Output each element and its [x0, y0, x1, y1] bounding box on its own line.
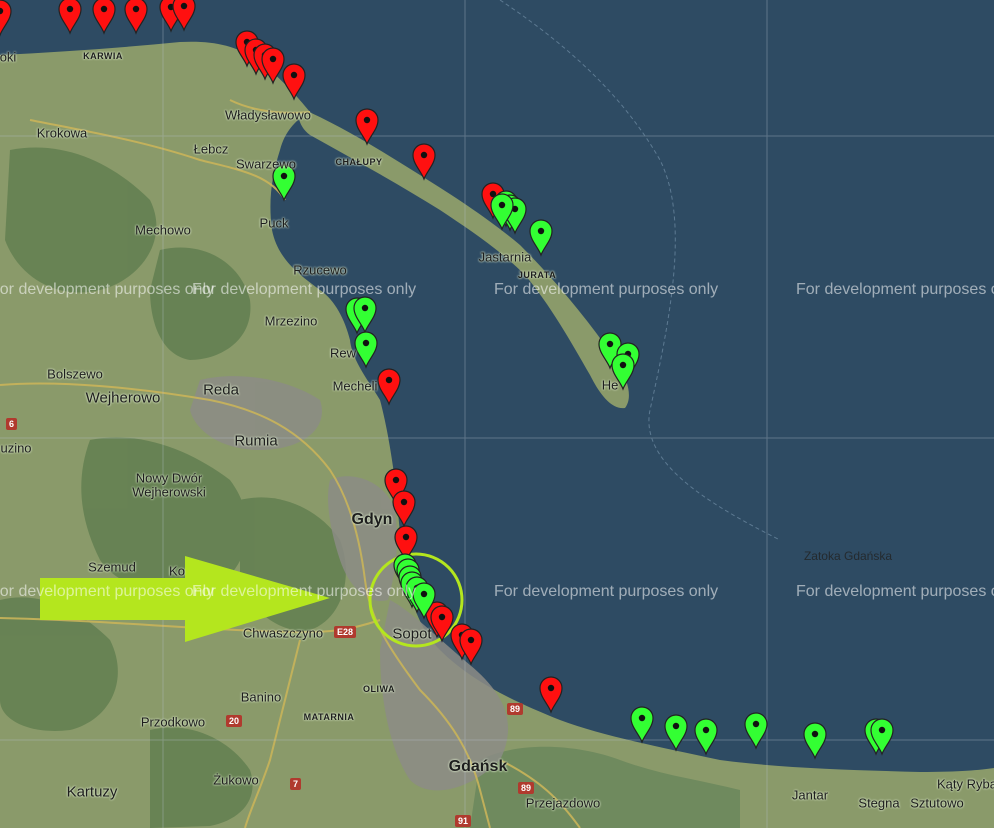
place-label-bolszewo: Bolszewo [47, 366, 103, 382]
place-label-kartuzy: Kartuzy [66, 783, 118, 801]
watermark: For development purposes only [0, 281, 215, 298]
place-label-wejherowo: Wejherowo [85, 389, 161, 407]
road-shield-91: 91 [455, 815, 472, 827]
place-label-chwaszczyno: Chwaszczyno [242, 625, 324, 641]
watermark: For development purposes only [0, 583, 215, 600]
place-label-szemud: Szemud [88, 559, 136, 575]
place-label-hel: He [601, 377, 619, 393]
place-label-przodkowo: Przodkowo [140, 714, 206, 730]
watermark: For development purposes only [192, 281, 417, 298]
place-label-sztutowo: Sztutowo [910, 795, 964, 811]
watermark: For development purposes only [494, 281, 719, 298]
map-canvas[interactable] [0, 0, 994, 828]
place-label-reda: Reda [203, 381, 239, 399]
watermark: For development purposes only [192, 583, 417, 600]
place-label-przejazdowo: Przejazdowo [525, 795, 601, 811]
place-label-sopot: Sopot [392, 625, 432, 643]
road-shield-89b: 89 [518, 782, 535, 794]
road-shield-89: 89 [507, 703, 524, 715]
sea-label-zatoka-gdanska: Zatoka Gdańska [803, 549, 893, 563]
place-label-wladyslawowo: Władysławowo [225, 107, 311, 123]
road-shield-7: 7 [290, 778, 302, 790]
place-label-krokowa: Krokowa [36, 125, 88, 141]
place-label-matarnia: MATARNIA [303, 712, 355, 722]
road-shield-6: 6 [6, 418, 18, 430]
place-label-oliwa: OLIWA [363, 684, 395, 694]
place-label-wejherowski: Wejherowski [132, 484, 206, 500]
place-label-puck: Puck [259, 215, 289, 231]
place-label-jurata: JURATA [517, 270, 557, 280]
place-label-stegna: Stegna [858, 795, 900, 811]
place-label-nowy-dwor: Nowy Dwór [135, 470, 203, 486]
place-label-luzino: uzino [0, 440, 32, 456]
watermark: For development purposes only [796, 583, 994, 600]
place-label-gdansk: Gdańsk [448, 758, 508, 775]
place-label-zukowo: Żukowo [213, 772, 259, 788]
map-view[interactable]: KARWIA oki Krokowa Władysławowo Łebcz Sw… [0, 0, 994, 828]
watermark: For development purposes only [494, 583, 719, 600]
road-shield-e28: E28 [334, 626, 357, 638]
place-label-jastarnia: Jastarnia [478, 249, 532, 265]
road-shield-20: 20 [226, 715, 243, 727]
place-label-gdynia: Gdyn [351, 511, 393, 528]
place-label-karwia: KARWIA [83, 51, 123, 61]
place-label-rzucewo: Rzucewo [293, 262, 347, 278]
place-label-rumia: Rumia [234, 432, 278, 450]
place-label-mechowo: Mechowo [135, 222, 191, 238]
place-label-oki: oki [0, 49, 17, 65]
place-label-mechelinki: Mecheli [332, 378, 378, 394]
place-label-lebcz: Łebcz [193, 141, 229, 157]
place-label-banino: Banino [240, 689, 282, 705]
place-label-swarzewo: Swarzewo [236, 156, 296, 172]
watermark: For development purposes only [796, 281, 994, 298]
place-label-katy-rybackie: Kąty Ryba [937, 776, 994, 792]
place-label-ko: Ko [169, 563, 185, 579]
place-label-chalupy: CHAŁUPY [335, 157, 383, 167]
place-label-jantar: Jantar [791, 787, 829, 803]
place-label-rew: Rew [329, 345, 357, 361]
place-label-mrzezino: Mrzezino [264, 313, 318, 329]
